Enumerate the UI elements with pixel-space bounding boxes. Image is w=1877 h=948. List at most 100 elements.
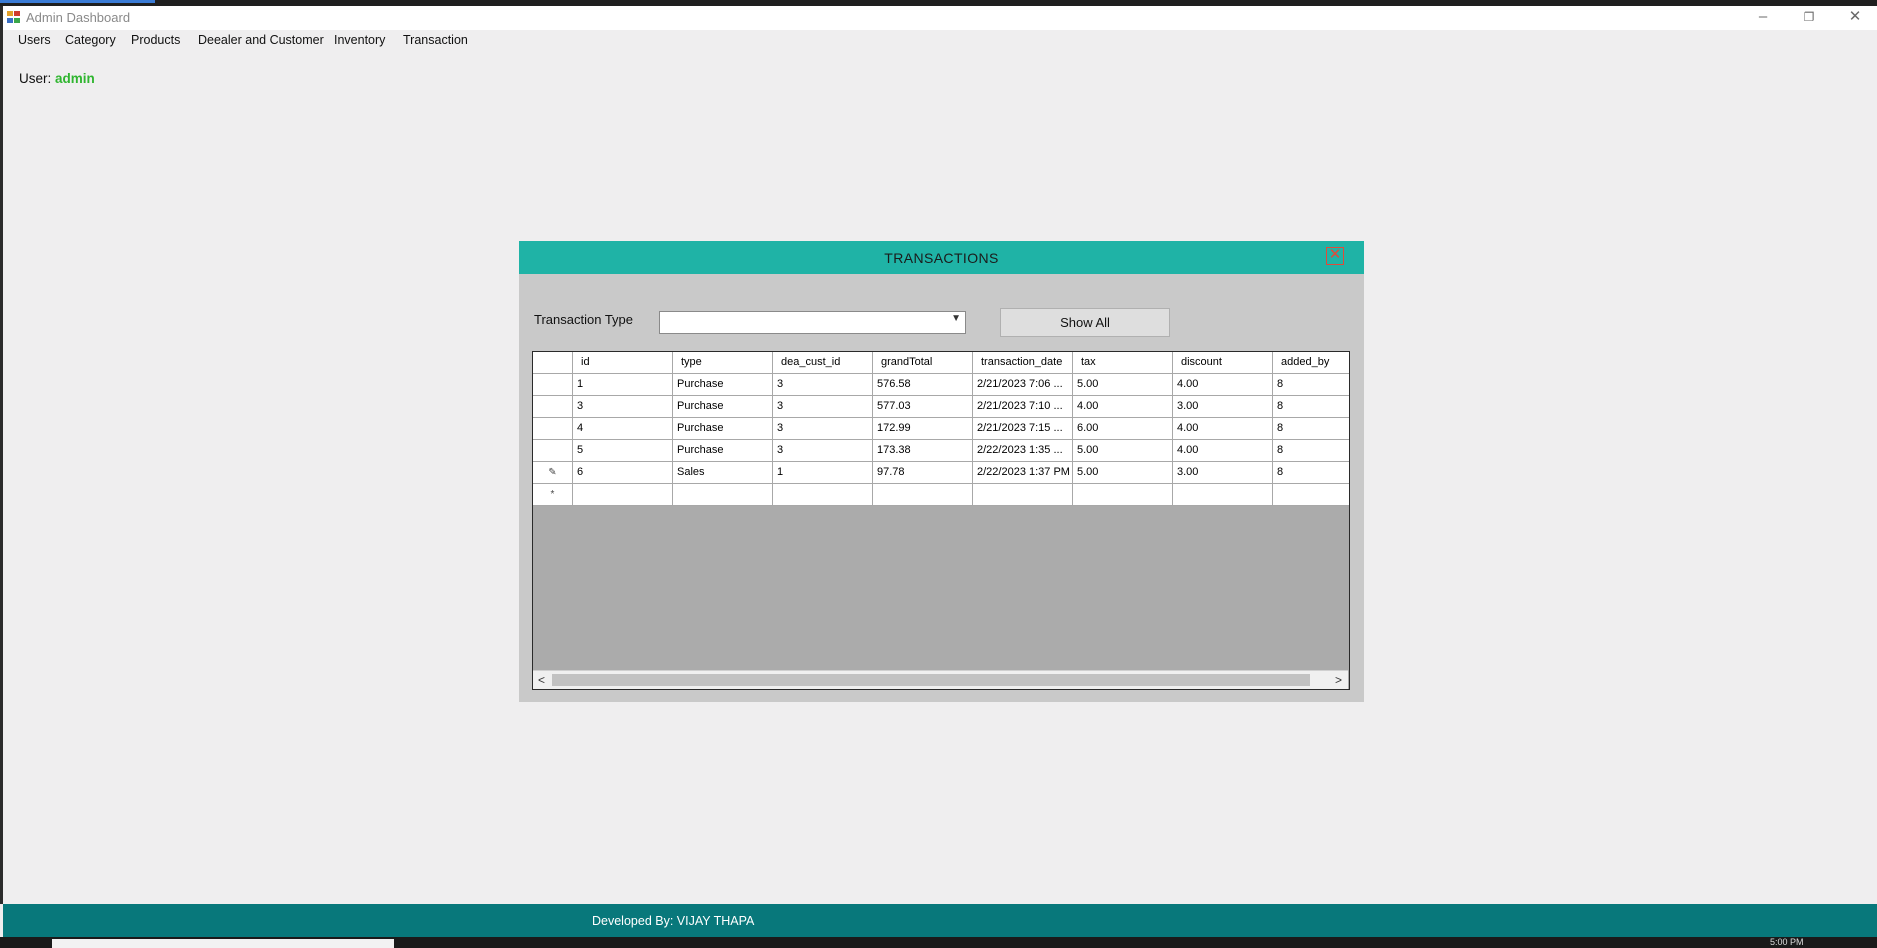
column-header[interactable]: added_by xyxy=(1273,352,1349,374)
table-cell[interactable]: 577.03 xyxy=(873,396,973,418)
table-cell[interactable]: 576.58 xyxy=(873,374,973,396)
table-cell[interactable] xyxy=(773,484,873,506)
transactions-grid[interactable]: id type dea_cust_id grandTotal transacti… xyxy=(532,351,1350,690)
window-title: Admin Dashboard xyxy=(26,10,131,25)
table-cell[interactable] xyxy=(1173,484,1273,506)
scroll-right-icon[interactable]: > xyxy=(1330,671,1347,689)
table-cell[interactable]: 97.78 xyxy=(873,462,973,484)
user-name: admin xyxy=(55,71,95,86)
table-cell[interactable]: 2/22/2023 1:35 ... xyxy=(973,440,1073,462)
table-cell[interactable]: 3 xyxy=(773,396,873,418)
row-header[interactable] xyxy=(533,440,573,462)
transactions-dialog: TRANSACTIONS ✕ Transaction Type ▼ Show A… xyxy=(519,241,1364,702)
table-cell[interactable]: 5.00 xyxy=(1073,374,1173,396)
table-cell[interactable]: 4.00 xyxy=(1173,374,1273,396)
table-cell[interactable] xyxy=(573,484,673,506)
column-header[interactable]: id xyxy=(573,352,673,374)
table-cell[interactable]: 2/21/2023 7:15 ... xyxy=(973,418,1073,440)
menubar: Users Category Products Deealer and Cust… xyxy=(3,30,1877,52)
new-row-icon[interactable]: * xyxy=(533,484,573,506)
edit-row-icon[interactable]: ✎ xyxy=(533,462,573,484)
taskbar-clock: 5:00 PM xyxy=(1770,937,1804,947)
progress-accent xyxy=(0,0,155,3)
column-header[interactable]: discount xyxy=(1173,352,1273,374)
table-cell[interactable]: 1 xyxy=(773,462,873,484)
footer-text: Developed By: VIJAY THAPA xyxy=(592,914,755,928)
row-header[interactable] xyxy=(533,418,573,440)
table-cell[interactable]: 4.00 xyxy=(1173,418,1273,440)
table-cell[interactable]: Sales xyxy=(673,462,773,484)
menu-products[interactable]: Products xyxy=(131,33,180,47)
column-header[interactable]: tax xyxy=(1073,352,1173,374)
table-cell[interactable]: 4 xyxy=(573,418,673,440)
minimize-button[interactable]: – xyxy=(1740,6,1786,30)
table-cell[interactable]: 8 xyxy=(1273,418,1349,440)
menu-transaction[interactable]: Transaction xyxy=(403,33,468,47)
table-row[interactable]: 4 Purchase 3 172.99 2/21/2023 7:15 ... 6… xyxy=(533,418,1349,440)
table-cell[interactable]: 8 xyxy=(1273,440,1349,462)
table-cell[interactable]: 3 xyxy=(573,396,673,418)
scroll-thumb[interactable] xyxy=(552,674,1310,686)
menu-inventory[interactable]: Inventory xyxy=(334,33,385,47)
table-cell[interactable] xyxy=(873,484,973,506)
table-cell[interactable]: 3 xyxy=(773,418,873,440)
column-header[interactable]: transaction_date xyxy=(973,352,1073,374)
table-cell[interactable]: 3 xyxy=(773,440,873,462)
chevron-down-icon: ▼ xyxy=(951,313,961,324)
table-cell[interactable]: 8 xyxy=(1273,396,1349,418)
row-header-corner xyxy=(533,352,573,374)
show-all-button[interactable]: Show All xyxy=(1000,308,1170,337)
new-row[interactable]: * xyxy=(533,484,1349,506)
row-header[interactable] xyxy=(533,396,573,418)
table-cell[interactable]: 4.00 xyxy=(1173,440,1273,462)
column-header[interactable]: dea_cust_id xyxy=(773,352,873,374)
table-cell[interactable]: 173.38 xyxy=(873,440,973,462)
table-cell[interactable]: 8 xyxy=(1273,462,1349,484)
dialog-header: TRANSACTIONS ✕ xyxy=(519,241,1364,274)
table-cell[interactable]: 3.00 xyxy=(1173,462,1273,484)
table-cell[interactable] xyxy=(673,484,773,506)
column-header[interactable]: grandTotal xyxy=(873,352,973,374)
taskbar-search[interactable] xyxy=(52,939,394,948)
table-cell[interactable]: Purchase xyxy=(673,440,773,462)
table-cell[interactable]: 5 xyxy=(573,440,673,462)
scroll-left-icon[interactable]: < xyxy=(533,671,550,689)
dialog-title: TRANSACTIONS xyxy=(884,250,999,266)
table-row[interactable]: ✎ 6 Sales 1 97.78 2/22/2023 1:37 PM 5.00… xyxy=(533,462,1349,484)
table-cell[interactable] xyxy=(1273,484,1349,506)
table-cell[interactable]: 1 xyxy=(573,374,673,396)
table-cell[interactable]: 3 xyxy=(773,374,873,396)
table-cell[interactable]: 2/21/2023 7:06 ... xyxy=(973,374,1073,396)
table-cell[interactable]: 6 xyxy=(573,462,673,484)
table-row[interactable]: 3 Purchase 3 577.03 2/21/2023 7:10 ... 4… xyxy=(533,396,1349,418)
table-cell[interactable]: Purchase xyxy=(673,418,773,440)
taskbar: 5:00 PM xyxy=(0,937,1877,948)
table-cell[interactable] xyxy=(973,484,1073,506)
table-cell[interactable]: 3.00 xyxy=(1173,396,1273,418)
table-cell[interactable]: 172.99 xyxy=(873,418,973,440)
table-row[interactable]: 5 Purchase 3 173.38 2/22/2023 1:35 ... 5… xyxy=(533,440,1349,462)
table-cell[interactable]: Purchase xyxy=(673,396,773,418)
table-cell[interactable]: 5.00 xyxy=(1073,440,1173,462)
row-header[interactable] xyxy=(533,374,573,396)
menu-category[interactable]: Category xyxy=(65,33,116,47)
column-header[interactable]: type xyxy=(673,352,773,374)
close-icon[interactable]: ✕ xyxy=(1326,247,1344,265)
table-cell[interactable]: Purchase xyxy=(673,374,773,396)
table-cell[interactable]: 4.00 xyxy=(1073,396,1173,418)
table-cell[interactable]: 6.00 xyxy=(1073,418,1173,440)
window-close-button[interactable]: ✕ xyxy=(1832,6,1877,30)
user-label: User: xyxy=(19,71,52,86)
menu-dealer-customer[interactable]: Deealer and Customer xyxy=(198,33,324,47)
table-cell[interactable]: 2/21/2023 7:10 ... xyxy=(973,396,1073,418)
app-grid-icon xyxy=(7,11,21,24)
table-cell[interactable] xyxy=(1073,484,1173,506)
table-cell[interactable]: 8 xyxy=(1273,374,1349,396)
menu-users[interactable]: Users xyxy=(18,33,51,47)
table-cell[interactable]: 2/22/2023 1:37 PM xyxy=(973,462,1073,484)
transaction-type-select[interactable]: ▼ xyxy=(659,311,966,334)
horizontal-scrollbar[interactable]: < > xyxy=(533,670,1348,689)
table-row[interactable]: 1 Purchase 3 576.58 2/21/2023 7:06 ... 5… xyxy=(533,374,1349,396)
restore-button[interactable]: ❐ xyxy=(1786,6,1832,30)
table-cell[interactable]: 5.00 xyxy=(1073,462,1173,484)
